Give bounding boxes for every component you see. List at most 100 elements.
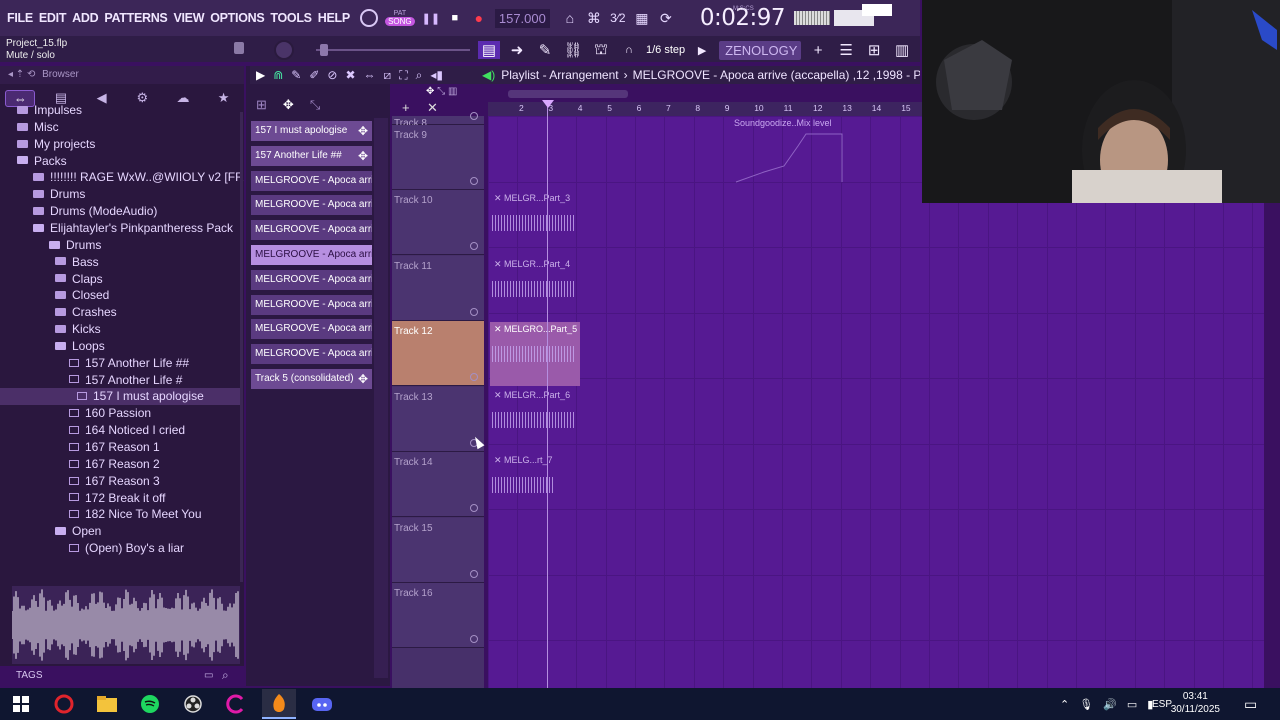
paint-icon[interactable]: ✐ — [309, 68, 319, 82]
browser-folder-item[interactable]: Bass — [0, 254, 240, 271]
network-icon[interactable]: ▭ — [1127, 698, 1137, 711]
sample-preview-waveform[interactable] — [11, 586, 240, 664]
channel-rack-icon[interactable]: ⊞ — [863, 41, 885, 59]
playhead[interactable] — [547, 102, 548, 688]
browser-file-item[interactable]: 167 Reason 2 — [0, 456, 240, 473]
track-mute-icon[interactable] — [470, 111, 478, 120]
move-clip-icon[interactable]: ✥ — [358, 121, 368, 141]
move-clip-icon[interactable]: ✥ — [358, 369, 368, 389]
automation-clip[interactable]: Soundgoodize..Mix level — [734, 118, 846, 184]
track-header[interactable]: Track 8 — [392, 111, 484, 129]
pitch-slider-handle[interactable] — [320, 44, 328, 56]
record-icon[interactable]: ● — [467, 6, 491, 30]
pattern-clip-item[interactable]: MELGROOVE - Apoca arriv... — [251, 294, 372, 315]
notifications-icon[interactable]: ▭ — [1244, 696, 1257, 713]
clip-menu-icon[interactable]: ✕ — [494, 455, 504, 465]
track-header[interactable]: Track 16 — [392, 583, 484, 648]
select-icon[interactable]: ⛶ — [399, 68, 407, 83]
arrow-right-icon[interactable]: ➜ — [506, 41, 528, 59]
browser-folder-item[interactable]: Loops — [0, 338, 240, 355]
volume-icon[interactable]: 🔊 — [1103, 698, 1117, 711]
track-mute-icon[interactable] — [470, 242, 478, 250]
audio-clip[interactable]: ✕ MELGR...Part_4 — [490, 257, 580, 321]
playlist-icon[interactable]: ▤ — [478, 41, 500, 59]
wait-input-icon[interactable]: ⌘ — [582, 6, 606, 30]
browser-folder-item[interactable]: Crashes — [0, 304, 240, 321]
browser-file-item[interactable]: 182 Nice To Meet You — [0, 506, 240, 523]
main-pitch-slider[interactable] — [316, 49, 470, 51]
tray-chevron-icon[interactable]: ⌃ — [1060, 698, 1069, 711]
microphone-icon[interactable]: 🎙 — [1079, 698, 1093, 711]
track-header[interactable]: Track 9 — [392, 124, 484, 190]
add-icon[interactable]: + — [807, 42, 829, 59]
speaker-icon[interactable]: ◀) — [482, 68, 495, 82]
search-icon[interactable]: ⌕ — [222, 668, 229, 683]
mixer-icon[interactable]: ☰ — [835, 41, 857, 59]
menu-help[interactable]: HELP — [315, 11, 353, 25]
browser-file-item[interactable]: (Open) Boy's a liar — [0, 540, 240, 557]
browser-folder-item[interactable]: Packs — [0, 153, 240, 170]
audio-clip[interactable]: ✕ MELGR...Part_3 — [490, 191, 580, 255]
clip-menu-icon[interactable]: ✕ — [494, 259, 504, 269]
clip-menu-icon[interactable]: ✕ — [494, 193, 504, 203]
browser-file-item[interactable]: 157 Another Life ## — [0, 355, 240, 372]
resize-icon[interactable]: ⤡ — [437, 86, 445, 97]
countdown-icon[interactable]: 3⁄2 — [606, 6, 630, 30]
browser-folder-item[interactable]: Open — [0, 523, 240, 540]
browser-folder-item[interactable]: Claps — [0, 271, 240, 288]
menu-view[interactable]: VIEW — [170, 11, 207, 25]
slice-icon[interactable]: ⧄ — [384, 68, 392, 83]
pattern-clip-item[interactable]: MELGROOVE - Apoca arriv... — [251, 220, 372, 241]
track-header[interactable]: Track 13 — [392, 386, 484, 452]
pattern-clip-item[interactable]: MELGROOVE - Apoca arriv... — [251, 269, 372, 290]
picker-scrollbar[interactable] — [374, 118, 388, 678]
browser-folder-item[interactable]: Kicks — [0, 321, 240, 338]
scroll-handle[interactable] — [508, 90, 628, 98]
clip-menu-icon[interactable]: ✕ — [494, 390, 504, 400]
snap-icon[interactable]: ⋒ — [273, 68, 283, 82]
discord-icon[interactable] — [305, 689, 339, 719]
browser-folder-item[interactable]: Drums — [0, 237, 240, 254]
menu-options[interactable]: OPTIONS — [207, 11, 267, 25]
browser-folder-item[interactable]: Impulses — [0, 104, 240, 119]
file-explorer-icon[interactable] — [90, 689, 124, 719]
pattern-clip-item[interactable]: 157 Another Life ## ✥ — [251, 145, 372, 166]
browser-folder-item[interactable]: My projects — [0, 136, 240, 153]
pattern-clip-item[interactable]: Track 5 (consolidated) ✥ — [251, 369, 372, 389]
browser-file-item[interactable]: 160 Passion — [0, 405, 240, 422]
mute-icon[interactable]: ✖ — [345, 68, 355, 82]
picker-move-icon[interactable]: ✥ — [283, 97, 294, 113]
magnet-icon[interactable]: ∩ — [618, 44, 640, 56]
menu-add[interactable]: ADD — [69, 11, 101, 25]
tempo-display[interactable]: 157.000 — [494, 8, 550, 28]
menu-tools[interactable]: TOOLS — [267, 11, 314, 25]
metronome-icon[interactable]: ⌂ — [558, 6, 582, 30]
link-icon[interactable]: ⛓ — [562, 41, 584, 59]
audio-clip[interactable]: ✕ MELGRO...Part_5 — [490, 322, 580, 386]
menu-edit[interactable]: EDIT — [36, 11, 69, 25]
system-clock[interactable]: 03:41 30/11/2025 — [1171, 690, 1220, 716]
obs-icon[interactable] — [176, 689, 210, 719]
snap-selector[interactable]: 1/6 step — [646, 44, 685, 56]
browser-folder-item[interactable]: !!!!!!!! RAGE WxW..@WIIOLY v2 [FREE] — [0, 169, 244, 186]
tree-scrollbar[interactable] — [240, 112, 243, 582]
pattern-clip-item[interactable]: MELGROOVE - Apoca arriv... — [251, 195, 372, 216]
track-mute-icon[interactable] — [470, 635, 478, 643]
track-header[interactable]: Track 10 — [392, 190, 484, 255]
track-header[interactable]: Track 15 — [392, 517, 484, 583]
track-mute-icon[interactable] — [470, 373, 478, 381]
stamp-icon[interactable]: ⛫ — [590, 41, 612, 60]
pattern-clip-item[interactable]: MELGROOVE - Apoca arriv... — [251, 170, 372, 191]
browser-folder-item[interactable]: Drums — [0, 186, 240, 203]
pattern-clip-item[interactable]: 157 I must apologise ✥ — [251, 121, 372, 141]
track-header[interactable]: Track 12 — [392, 321, 484, 386]
playback-icon[interactable]: ◂▮ — [430, 68, 443, 82]
audio-clip[interactable]: ✕ MELGR...Part_6 — [490, 388, 580, 452]
zoom-icon[interactable]: ⌕ — [416, 68, 423, 83]
capcut-icon[interactable] — [219, 689, 253, 719]
browser-folder-item[interactable]: Elijahtayler's Pinkpantheress Pack — [0, 220, 240, 237]
track-header[interactable]: Track 11 — [392, 255, 484, 321]
track-mute-icon[interactable] — [470, 307, 478, 316]
browser-arrow-icon[interactable]: ◂ ⇡ ⟲ — [8, 69, 35, 80]
step-record-icon[interactable]: ▦ — [630, 6, 654, 30]
